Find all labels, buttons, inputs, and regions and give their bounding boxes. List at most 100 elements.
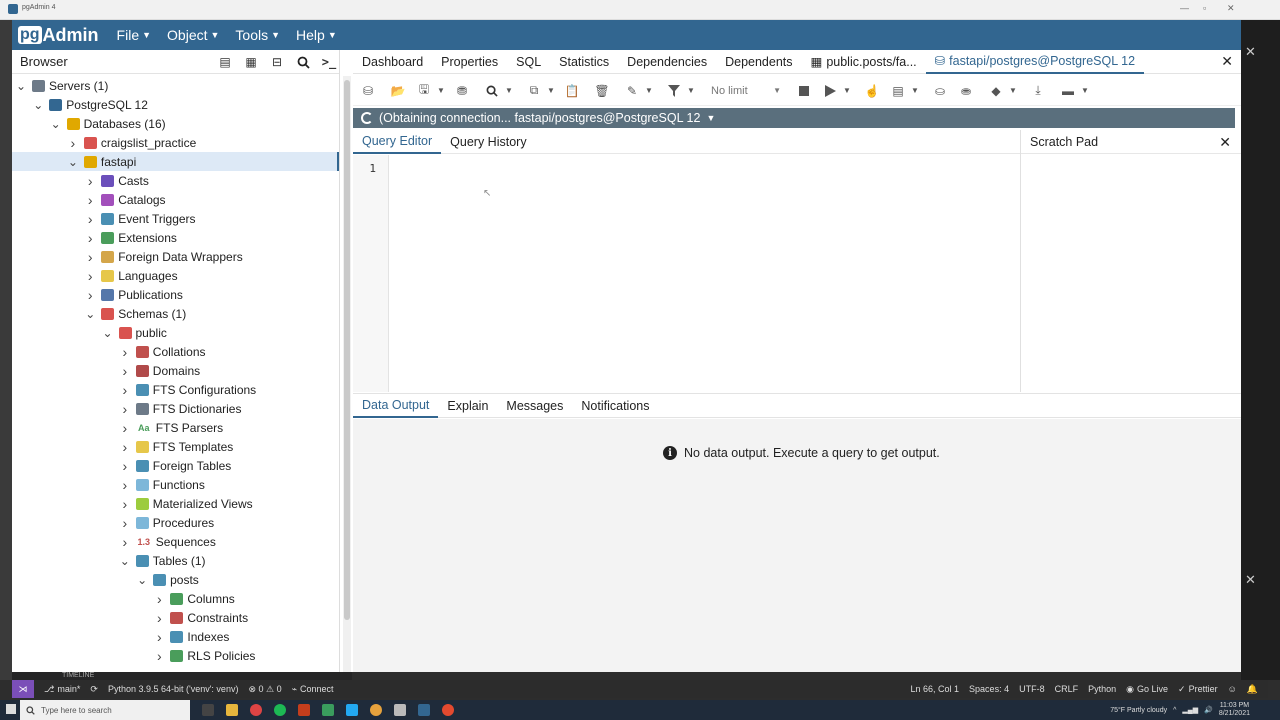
tab-dashboard[interactable]: Dashboard [353, 50, 432, 74]
tree-node[interactable]: › RLS Policies [12, 646, 339, 665]
postman-icon[interactable] [442, 704, 454, 716]
close-icon[interactable]: ✕ [1245, 44, 1256, 60]
cursor-position[interactable]: Ln 66, Col 1 [911, 684, 960, 694]
tree-node[interactable]: ⌄ posts [12, 570, 339, 589]
sql-editor[interactable]: 1 ↖ [353, 155, 1020, 392]
tab-dependents[interactable]: Dependents [716, 50, 801, 74]
pgadmin-icon[interactable] [418, 704, 430, 716]
tree-node[interactable]: › Materialized Views [12, 494, 339, 513]
maximize-icon[interactable]: ▫ [1203, 3, 1206, 13]
row-limit-select[interactable]: No limit ▼ [707, 80, 785, 102]
tree-node[interactable]: › Procedures [12, 513, 339, 532]
chevron-right-icon[interactable]: › [154, 591, 164, 607]
tree-node[interactable]: › Collations [12, 342, 339, 361]
windows-start-icon[interactable] [6, 704, 16, 714]
tree-node[interactable]: › Foreign Data Wrappers [12, 247, 339, 266]
tree-node[interactable]: › FTS Configurations [12, 380, 339, 399]
menu-file[interactable]: File ▼ [117, 27, 151, 43]
find-icon[interactable] [481, 80, 503, 102]
chevron-right-icon[interactable]: › [120, 534, 130, 550]
python-interpreter[interactable]: Python 3.9.5 64-bit ('venv': venv) [108, 684, 239, 694]
scratch-pad-panel[interactable]: Scratch Pad ✕ [1020, 130, 1241, 392]
chevron-down-icon[interactable]: ⌄ [33, 98, 43, 112]
chevron-down-icon[interactable]: ⌄ [68, 155, 78, 169]
powerpoint-icon[interactable] [298, 704, 310, 716]
tab-explain[interactable]: Explain [438, 393, 497, 418]
stop-icon[interactable] [793, 80, 815, 102]
object-explorer-icon[interactable]: ▤ [215, 52, 235, 72]
scrollbar-thumb[interactable] [344, 80, 350, 620]
chevron-down-icon[interactable]: ⌄ [137, 573, 147, 587]
vscode-icon[interactable] [346, 704, 358, 716]
tree-node[interactable]: ⌄ Databases (16) [12, 114, 339, 133]
timeline-section[interactable]: TIMELINE [12, 672, 352, 680]
tab-properties[interactable]: Properties [432, 50, 507, 74]
explain-analyze-icon[interactable]: ▤ [887, 80, 909, 102]
chevron-down-icon[interactable]: ▼ [1007, 80, 1019, 102]
tab-dependencies[interactable]: Dependencies [618, 50, 716, 74]
tree-node[interactable]: › Extensions [12, 228, 339, 247]
close-panel-icon[interactable]: ✕ [1245, 572, 1256, 588]
chevron-right-icon[interactable]: › [120, 382, 130, 398]
tab-posts-data[interactable]: ▦ public.posts/fa... [802, 50, 926, 74]
chevron-right-icon[interactable]: › [154, 610, 164, 626]
go-live[interactable]: ◉ Go Live [1126, 684, 1168, 695]
chevron-down-icon[interactable]: ▼ [909, 80, 921, 102]
chevron-right-icon[interactable]: › [120, 401, 130, 417]
close-window-icon[interactable]: ✕ [1227, 3, 1235, 14]
psql-terminal-icon[interactable]: >_ [319, 52, 339, 72]
chevron-right-icon[interactable]: › [120, 363, 130, 379]
tree-node[interactable]: ⌄ Servers (1) [12, 76, 339, 95]
chevron-down-icon[interactable]: ⌄ [85, 307, 95, 321]
tree-node[interactable]: ⌄ public [12, 323, 339, 342]
paste-icon[interactable]: 📋 [561, 80, 583, 102]
chevron-right-icon[interactable]: › [120, 344, 130, 360]
weather-widget[interactable]: 75°F Partly cloudy [1110, 707, 1167, 714]
chevron-down-icon[interactable]: ▼ [841, 80, 853, 102]
chevron-down-icon[interactable]: ▼ [643, 80, 655, 102]
spotify-icon[interactable] [274, 704, 286, 716]
browser-scrollbar[interactable] [343, 76, 351, 672]
chevron-right-icon[interactable]: › [85, 249, 95, 265]
chevron-right-icon[interactable]: › [120, 515, 130, 531]
chevron-right-icon[interactable]: › [85, 287, 95, 303]
indentation[interactable]: Spaces: 4 [969, 684, 1009, 694]
tab-query-tool[interactable]: ⛁ fastapi/postgres@PostgreSQL 12 [925, 50, 1145, 74]
delete-icon[interactable]: 🗑 [591, 80, 613, 102]
rollback-icon[interactable]: ⛂ [955, 80, 977, 102]
clear-icon[interactable]: ◆ [985, 80, 1007, 102]
chevron-down-icon[interactable]: ▼ [545, 80, 557, 102]
chevron-right-icon[interactable]: › [120, 439, 130, 455]
commit-icon[interactable]: ⛀ [929, 80, 951, 102]
app-icon[interactable] [322, 704, 334, 716]
edit-icon[interactable]: ✎ [621, 80, 643, 102]
chevron-right-icon[interactable]: › [68, 135, 78, 151]
chevron-right-icon[interactable]: › [85, 268, 95, 284]
tree-node[interactable]: › Indexes [12, 627, 339, 646]
tree-node[interactable]: › Functions [12, 475, 339, 494]
close-tab-icon[interactable]: ✕ [1221, 53, 1233, 70]
tab-statistics[interactable]: Statistics [550, 50, 618, 74]
chevron-down-icon[interactable]: ▼ [435, 80, 447, 102]
volume-icon[interactable]: 🔊 [1204, 706, 1213, 714]
menu-tools[interactable]: Tools ▼ [235, 27, 280, 43]
tree-node[interactable]: › Foreign Tables [12, 456, 339, 475]
chevron-right-icon[interactable]: › [154, 648, 164, 664]
chevron-right-icon[interactable]: › [120, 477, 130, 493]
tree-node[interactable]: › Constraints [12, 608, 339, 627]
copy-icon[interactable]: ⧉ [523, 80, 545, 102]
remote-icon[interactable]: ⋊ [12, 680, 34, 698]
tree-node[interactable]: › FTS Dictionaries [12, 399, 339, 418]
tab-data-output[interactable]: Data Output [353, 393, 439, 418]
filter-table-icon[interactable]: ⊟ [267, 52, 287, 72]
tree-node[interactable]: ⌄ Tables (1) [12, 551, 339, 570]
explain-icon[interactable]: ☝ [861, 80, 883, 102]
tree-node[interactable]: › Languages [12, 266, 339, 285]
macros-icon[interactable]: ▬ [1057, 80, 1079, 102]
filter-icon[interactable] [663, 80, 685, 102]
chevron-down-icon[interactable]: ▼ [685, 80, 697, 102]
chevron-right-icon[interactable]: › [85, 173, 95, 189]
close-icon[interactable]: ✕ [1219, 134, 1231, 151]
chrome-icon[interactable] [250, 704, 262, 716]
chevron-down-icon[interactable]: ▼ [1079, 80, 1091, 102]
